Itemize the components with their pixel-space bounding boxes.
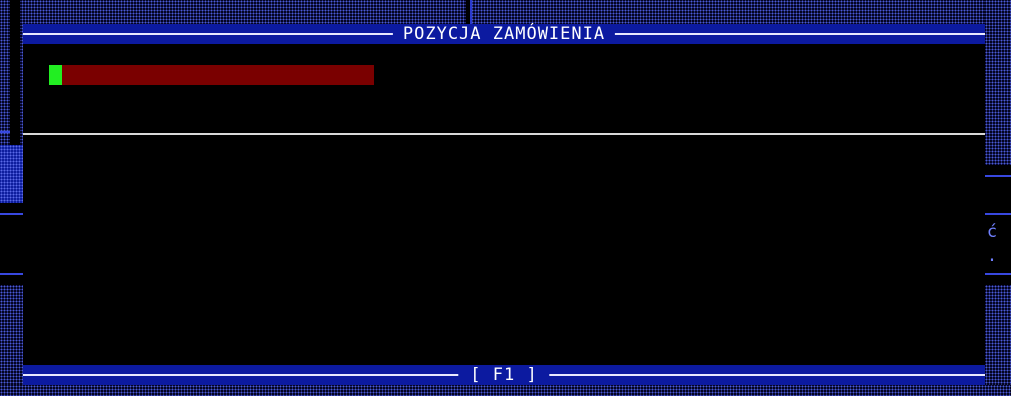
progress-fill bbox=[49, 65, 62, 85]
background-seam-line bbox=[470, 0, 472, 24]
background-pattern-bottom bbox=[0, 385, 1011, 396]
progress-bar bbox=[49, 65, 374, 85]
dos-screen: ć . POZYCJA ZAMÓWIENIA [ F1 ] bbox=[0, 0, 1011, 396]
background-window-fragment bbox=[0, 145, 23, 203]
background-line bbox=[985, 273, 1011, 275]
window-title-bar: POZYCJA ZAMÓWIENIA bbox=[23, 24, 985, 44]
order-item-window: POZYCJA ZAMÓWIENIA [ F1 ] bbox=[23, 24, 985, 385]
help-key-hint[interactable]: [ F1 ] bbox=[458, 365, 550, 385]
window-title: POZYCJA ZAMÓWIENIA bbox=[392, 24, 616, 44]
background-line bbox=[0, 213, 23, 215]
background-glyph: ć bbox=[986, 222, 998, 242]
background-glyph-dot: . bbox=[986, 246, 998, 266]
background-line bbox=[985, 213, 1011, 215]
background-pattern-top bbox=[0, 0, 1011, 24]
section-divider bbox=[23, 133, 985, 135]
background-line bbox=[985, 175, 1011, 177]
background-window-edge bbox=[10, 0, 20, 145]
progress-track bbox=[49, 65, 374, 85]
background-line bbox=[0, 131, 10, 133]
background-line bbox=[0, 273, 23, 275]
window-footer-bar: [ F1 ] bbox=[23, 365, 985, 385]
